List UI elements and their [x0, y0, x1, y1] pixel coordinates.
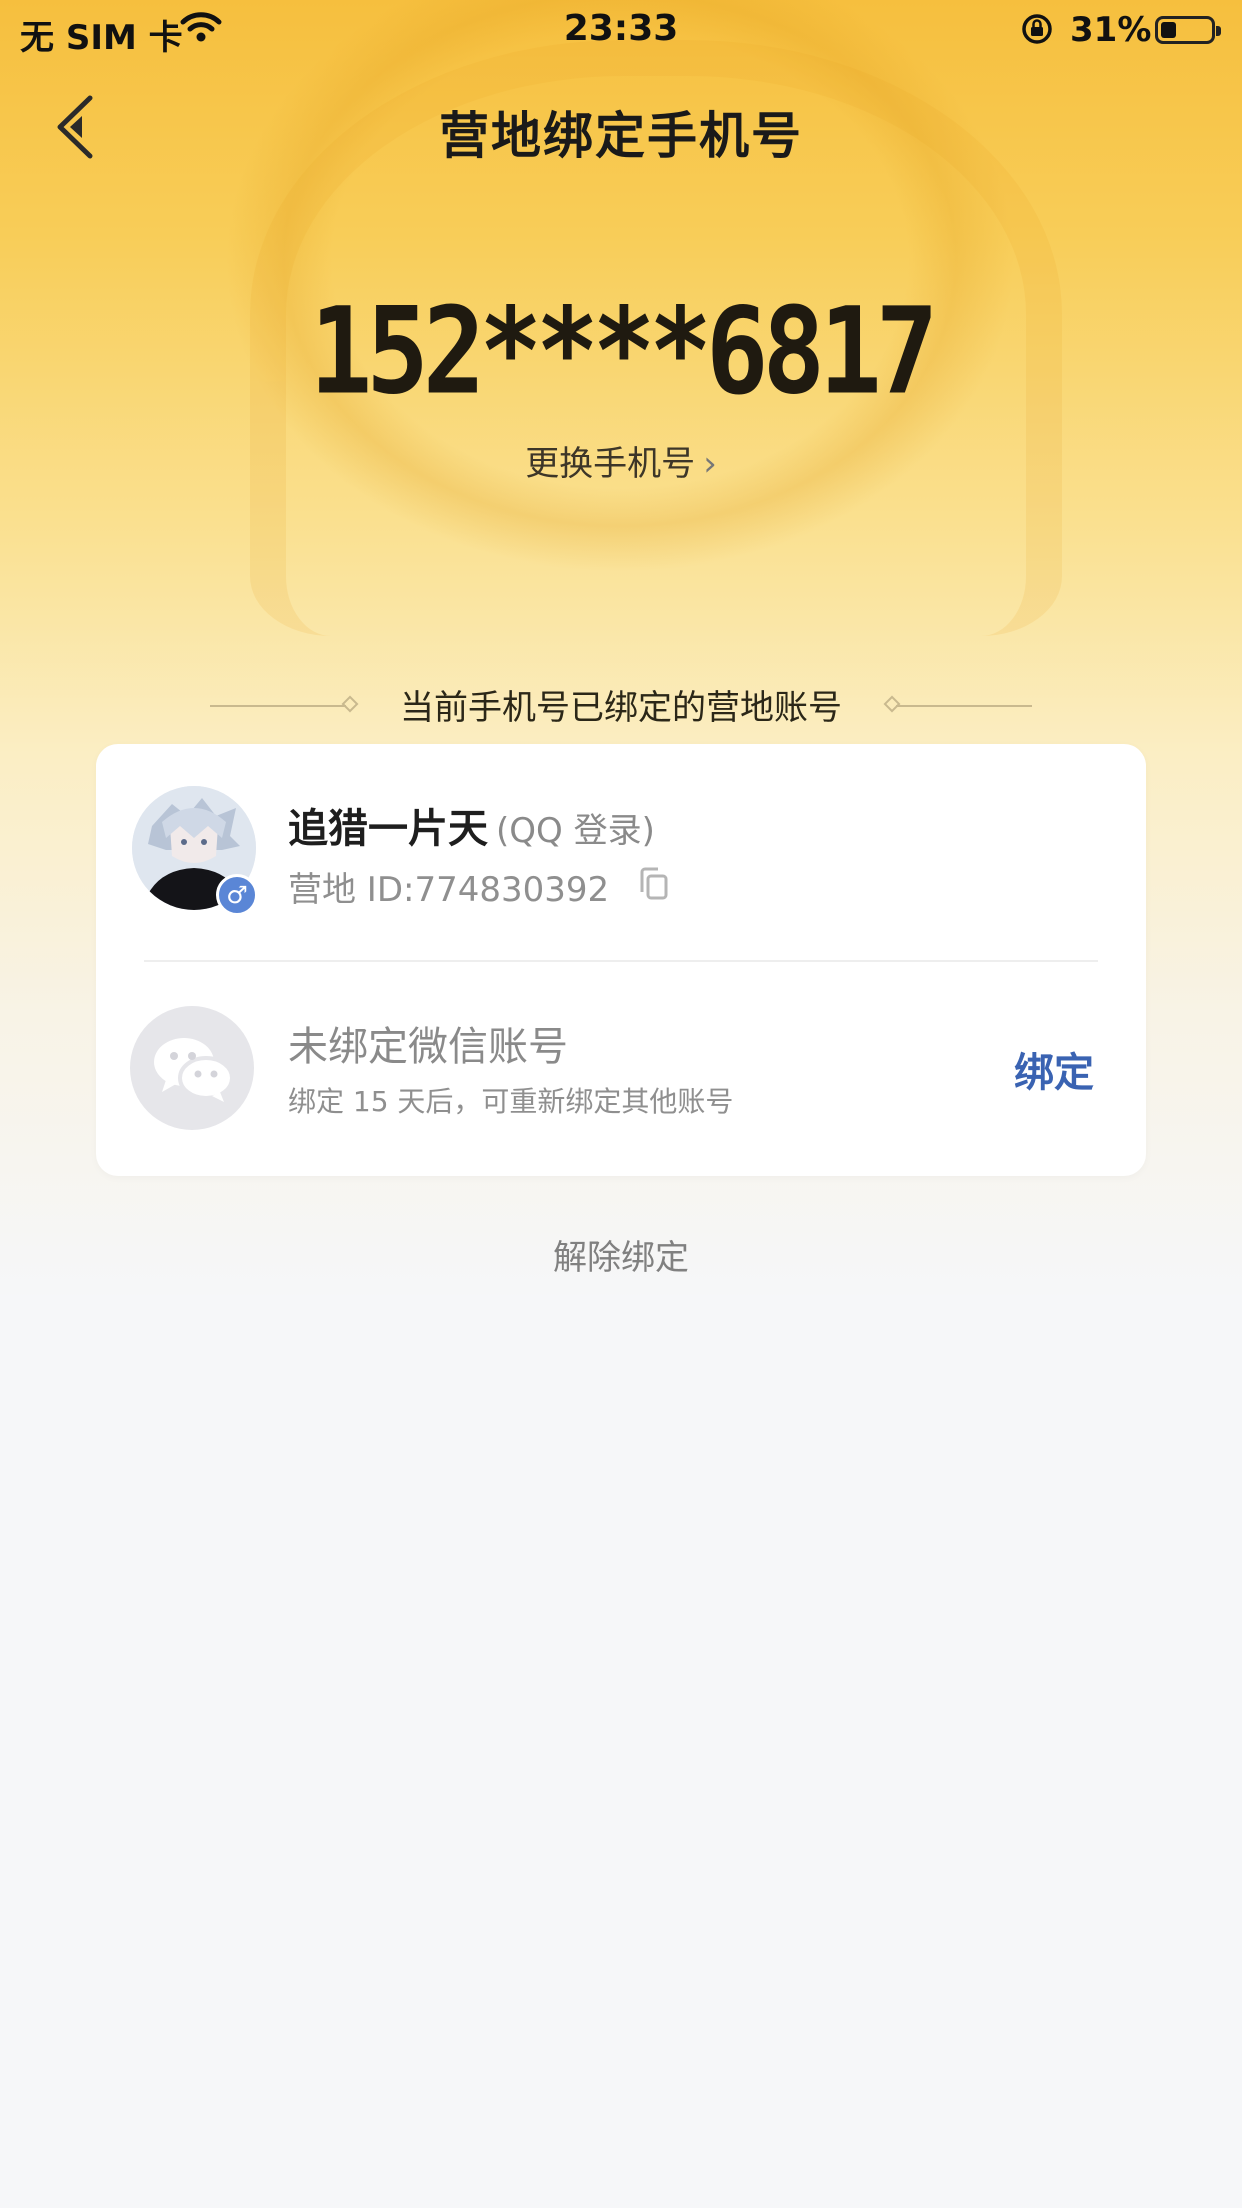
divider	[144, 960, 1098, 962]
copy-icon[interactable]	[638, 866, 670, 902]
wechat-rebind-note: 绑定 15 天后，可重新绑定其他账号	[288, 1085, 734, 1118]
change-phone-label: 更换手机号	[525, 444, 696, 484]
login-method: (QQ 登录)	[496, 811, 655, 851]
battery-percent: 31%	[1070, 10, 1152, 50]
camp-id: 营地 ID:774830392	[288, 870, 610, 910]
bound-phone-number: 152****6817	[309, 280, 939, 422]
battery-icon	[1155, 16, 1221, 44]
wechat-unbound-title: 未绑定微信账号	[288, 1024, 568, 1070]
gender-badge: ♂	[216, 874, 258, 916]
account-name: 追猎一片天 (QQ 登录)	[288, 796, 655, 854]
section-title: 当前手机号已绑定的营地账号	[400, 688, 842, 728]
unbind-button[interactable]: 解除绑定	[0, 1230, 1242, 1279]
account-nickname: 追猎一片天	[288, 806, 488, 852]
section-divider-right	[896, 705, 1032, 707]
chevron-right-icon: ›	[703, 444, 717, 484]
status-bar: 无 SIM 卡 23:33 31%	[0, 0, 1242, 62]
rotation-lock-icon	[1020, 12, 1054, 46]
clock: 23:33	[563, 8, 679, 49]
wechat-avatar-placeholder	[130, 1006, 254, 1130]
change-phone-link[interactable]: 更换手机号 ›	[0, 436, 1242, 485]
wechat-icon	[154, 1038, 234, 1102]
bound-accounts-card: ♂ 追猎一片天 (QQ 登录) 营地 ID:774830392 未绑定微信账号 绑…	[96, 744, 1146, 1176]
page-title: 营地绑定手机号	[439, 107, 803, 165]
bind-wechat-button[interactable]: 绑定	[1014, 1040, 1094, 1098]
